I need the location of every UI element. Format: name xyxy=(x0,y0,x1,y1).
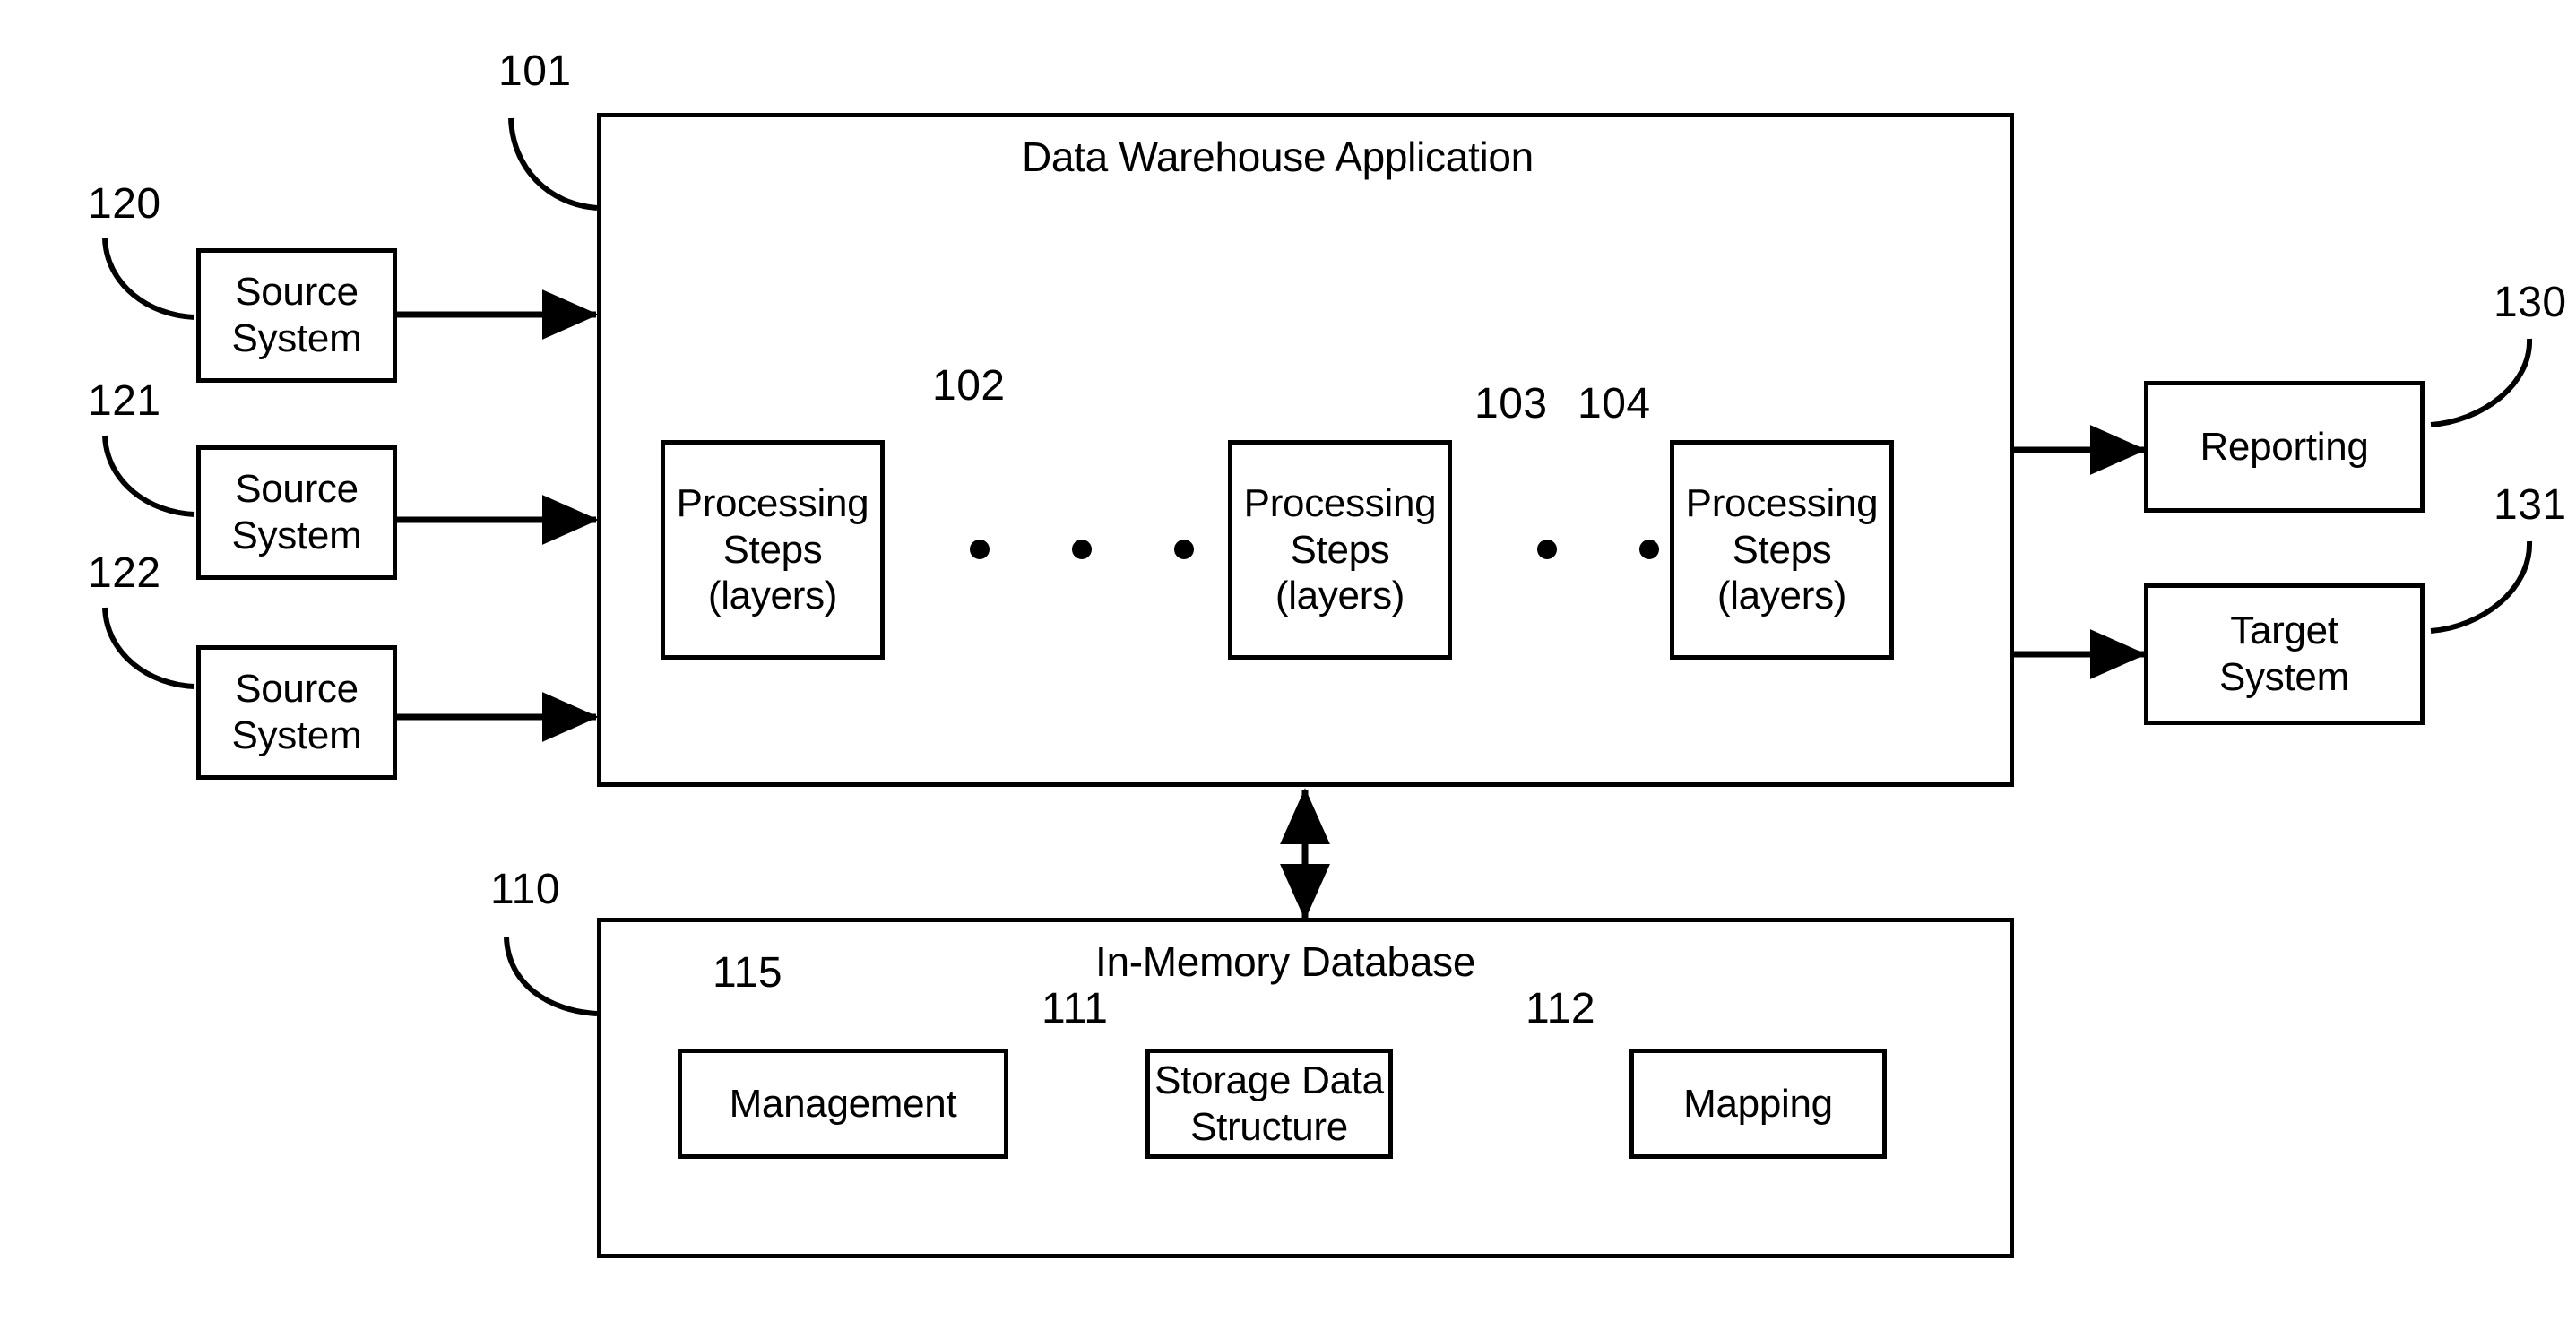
figure-canvas: Data Warehouse Application 101 Source Sy… xyxy=(0,0,2576,1330)
processing-steps-102-label: Processing Steps (layers) xyxy=(676,480,869,618)
ellipsis-dot xyxy=(1072,540,1092,559)
source-system-120-label: Source System xyxy=(231,270,362,360)
processing-steps-102-box: Processing Steps (layers) xyxy=(661,440,885,660)
management-box: Management xyxy=(678,1049,1008,1159)
source-system-122-label: Source System xyxy=(231,667,362,757)
processing-steps-104-label: Processing Steps (layers) xyxy=(1685,480,1879,618)
data-warehouse-application-title: Data Warehouse Application xyxy=(1022,134,1534,180)
ref-120: 120 xyxy=(88,180,161,228)
ellipsis-dot xyxy=(1537,540,1557,559)
target-system-label: Target System xyxy=(2219,609,2349,699)
leader-122 xyxy=(102,607,195,689)
ref-104: 104 xyxy=(1578,380,1651,428)
leader-121 xyxy=(102,435,195,517)
ref-121: 121 xyxy=(88,377,161,425)
leader-110 xyxy=(504,937,598,1016)
ellipsis-dot xyxy=(970,540,990,559)
ref-110: 110 xyxy=(490,866,561,913)
mapping-label: Mapping xyxy=(1683,1081,1833,1126)
ref-131: 131 xyxy=(2494,481,2567,529)
source-system-121-label: Source System xyxy=(231,467,362,557)
reporting-box: Reporting xyxy=(2144,381,2425,513)
leader-130 xyxy=(2430,338,2533,428)
leader-101 xyxy=(508,117,598,211)
mapping-box: Mapping xyxy=(1629,1049,1887,1159)
processing-steps-103-label: Processing Steps (layers) xyxy=(1243,480,1437,618)
target-system-box: Target System xyxy=(2144,583,2425,725)
ref-101: 101 xyxy=(498,48,572,95)
ref-103: 103 xyxy=(1474,380,1548,428)
storage-data-structure-label: Storage Data Structure xyxy=(1154,1058,1384,1149)
source-system-121-box: Source System xyxy=(196,445,397,580)
storage-data-structure-box: Storage Data Structure xyxy=(1145,1049,1393,1159)
source-system-122-box: Source System xyxy=(196,645,397,780)
processing-steps-104-box: Processing Steps (layers) xyxy=(1670,440,1894,660)
ellipsis-dot xyxy=(1639,540,1659,559)
leader-120 xyxy=(102,238,195,320)
source-system-120-box: Source System xyxy=(196,248,397,383)
ref-130: 130 xyxy=(2494,279,2567,326)
processing-steps-103-box: Processing Steps (layers) xyxy=(1228,440,1452,660)
ellipsis-group-a xyxy=(970,540,1194,559)
ref-115: 115 xyxy=(713,949,783,997)
in-memory-database-title: In-Memory Database xyxy=(1095,938,1476,985)
ellipsis-dot xyxy=(1174,540,1194,559)
reporting-label: Reporting xyxy=(2200,424,2369,469)
leader-131 xyxy=(2430,540,2533,634)
ref-111: 111 xyxy=(1042,985,1109,1032)
ref-122: 122 xyxy=(88,549,161,597)
ref-112: 112 xyxy=(1526,985,1596,1032)
ref-102: 102 xyxy=(932,362,1006,410)
management-label: Management xyxy=(729,1081,957,1126)
